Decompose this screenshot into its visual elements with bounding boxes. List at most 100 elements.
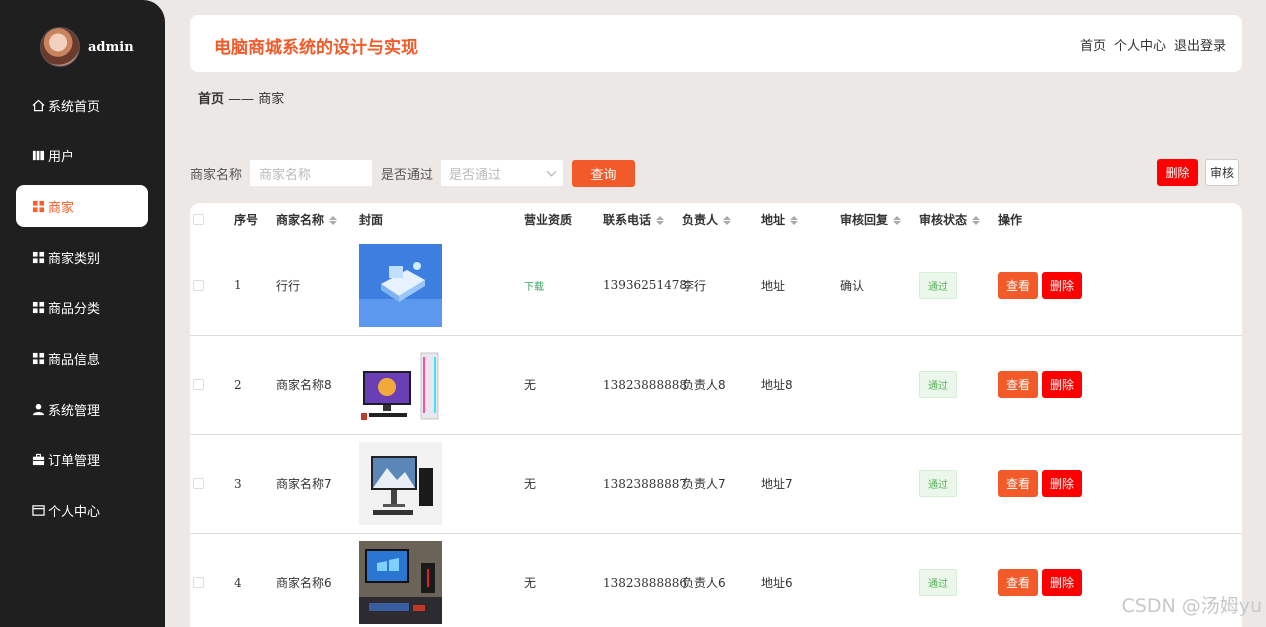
sidebar-item-product-info[interactable]: 商品信息 (16, 337, 148, 379)
delete-button[interactable]: 删除 (1042, 470, 1082, 497)
sidebar-item-label: 商品分类 (48, 302, 101, 318)
sidebar-item-label: 商品信息 (48, 352, 101, 368)
delete-button[interactable]: 删除 (1042, 569, 1082, 596)
sidebar-item-profile[interactable]: 个人中心 (16, 490, 148, 532)
book-icon (31, 149, 45, 163)
nav-home-link[interactable]: 首页 (1080, 35, 1106, 54)
column-header[interactable]: 负责人 (682, 203, 761, 236)
merchant-name: 商家名称6 (276, 533, 359, 627)
row-checkbox[interactable] (193, 379, 204, 390)
grid-icon (31, 250, 45, 264)
row-checkbox[interactable] (193, 577, 204, 588)
merchant-name-input[interactable]: 商家名称 (250, 160, 373, 186)
grid-icon (31, 351, 45, 365)
cover-image[interactable] (359, 541, 442, 624)
header-nav: 首页 个人中心 退出登录 (1080, 35, 1226, 54)
sidebar-item-system[interactable]: 系统管理 (16, 388, 148, 430)
breadcrumb-home[interactable]: 首页 (198, 92, 224, 107)
nav-profile-link[interactable]: 个人中心 (1114, 35, 1166, 54)
sort-icon[interactable] (723, 216, 732, 225)
table-header: 序号 商家名称 封面 营业资质 联系电话 负责人 地址 审核回复 审核状态 操作 (190, 203, 1242, 236)
sidebar-item-users[interactable]: 用户 (16, 135, 148, 177)
merchant-name: 商家名称7 (276, 434, 359, 534)
nav-logout-link[interactable]: 退出登录 (1174, 35, 1226, 54)
home-icon (31, 98, 45, 112)
license: 无 (524, 533, 603, 627)
sidebar-item-home[interactable]: 系统首页 (16, 84, 148, 126)
sort-icon[interactable] (329, 216, 338, 225)
table-row: 3 商家名称7 无 13823888887 负责人7 地址7 通过 查看 删除 (190, 434, 1242, 534)
column-header[interactable]: 审核回复 (840, 203, 919, 236)
table-row: 1 行行 下载 13936251478 李行 地址 确认 通过 查看 删除 (190, 236, 1242, 336)
manager: 李行 (682, 236, 761, 336)
sort-icon[interactable] (893, 216, 902, 225)
column-header[interactable]: 审核状态 (919, 203, 998, 236)
view-button[interactable]: 查看 (998, 271, 1038, 299)
audit-reply (840, 533, 919, 627)
pass-status-select[interactable]: 是否通过 (441, 160, 564, 186)
manager: 负责人8 (682, 335, 761, 435)
top-header: 电脑商城系统的设计与实现 首页 个人中心 退出登录 (190, 15, 1242, 72)
cover-image[interactable] (359, 442, 442, 525)
column-header[interactable]: 商家名称 (276, 203, 359, 236)
row-index: 1 (234, 236, 276, 336)
row-checkbox[interactable] (193, 478, 204, 489)
sort-icon[interactable] (790, 216, 799, 225)
cover-cell (359, 434, 524, 534)
delete-button[interactable]: 删除 (1042, 271, 1082, 299)
sidebar-item-merchant-category[interactable]: 商家类别 (16, 236, 148, 278)
sidebar-item-merchant[interactable]: 商家 (16, 185, 148, 228)
manager: 负责人6 (682, 533, 761, 627)
breadcrumb-separator: —— (224, 92, 259, 107)
sort-icon[interactable] (656, 216, 665, 225)
sidebar-item-product-category[interactable]: 商品分类 (16, 287, 148, 329)
phone: 13936251478 (603, 236, 687, 336)
audit-button[interactable]: 审核 (1205, 159, 1239, 186)
breadcrumb: 首页 —— 商家 (198, 88, 284, 107)
merchant-name-label: 商家名称 (190, 167, 243, 183)
user-icon (31, 402, 45, 416)
cover-image[interactable] (359, 243, 442, 327)
sidebar-item-label: 系统首页 (48, 99, 101, 115)
bulk-actions: 删除 审核 (1157, 159, 1239, 186)
status-badge: 通过 (919, 470, 957, 497)
pass-status-label: 是否通过 (381, 167, 434, 183)
column-header[interactable]: 联系电话 (603, 203, 682, 236)
briefcase-icon (31, 453, 45, 467)
sidebar-item-label: 系统管理 (48, 403, 101, 419)
user-profile[interactable]: admin (40, 27, 134, 67)
sort-icon[interactable] (972, 216, 981, 225)
row-checkbox[interactable] (193, 279, 204, 291)
license-download-link[interactable]: 下载 (524, 282, 544, 293)
grid-icon (31, 199, 45, 213)
column-header: 封面 (359, 213, 384, 227)
delete-button[interactable]: 删除 (1042, 371, 1082, 398)
table-row: 4 商家名称6 无 13823888886 负责人6 地址6 通过 查看 删除 (190, 533, 1242, 627)
address: 地址 (761, 236, 840, 336)
sidebar-item-label: 个人中心 (48, 505, 101, 520)
license: 无 (524, 434, 603, 534)
grid-icon (31, 301, 45, 315)
merchant-name: 行行 (276, 236, 359, 336)
watermark: CSDN @汤姆yu (1121, 595, 1263, 617)
bulk-delete-button[interactable]: 删除 (1157, 159, 1198, 186)
column-header[interactable]: 地址 (761, 203, 840, 236)
query-button[interactable]: 查询 (572, 159, 636, 187)
cover-cell (359, 533, 524, 627)
merchant-name-placeholder: 商家名称 (259, 167, 312, 183)
view-button[interactable]: 查看 (998, 569, 1038, 596)
row-index: 3 (234, 434, 276, 534)
status-badge: 通过 (919, 569, 957, 596)
view-button[interactable]: 查看 (998, 470, 1038, 497)
status-badge: 通过 (919, 271, 957, 299)
phone: 13823888887 (603, 434, 687, 534)
cover-image[interactable] (359, 343, 442, 426)
view-button[interactable]: 查看 (998, 371, 1038, 398)
audit-reply (840, 335, 919, 435)
select-all-checkbox[interactable] (193, 214, 204, 225)
merchant-table: 序号 商家名称 封面 营业资质 联系电话 负责人 地址 审核回复 审核状态 操作… (190, 203, 1242, 627)
sidebar-item-orders[interactable]: 订单管理 (16, 439, 148, 481)
chevron-down-icon (546, 166, 557, 176)
row-index: 2 (234, 335, 276, 435)
cover-cell (359, 335, 524, 435)
